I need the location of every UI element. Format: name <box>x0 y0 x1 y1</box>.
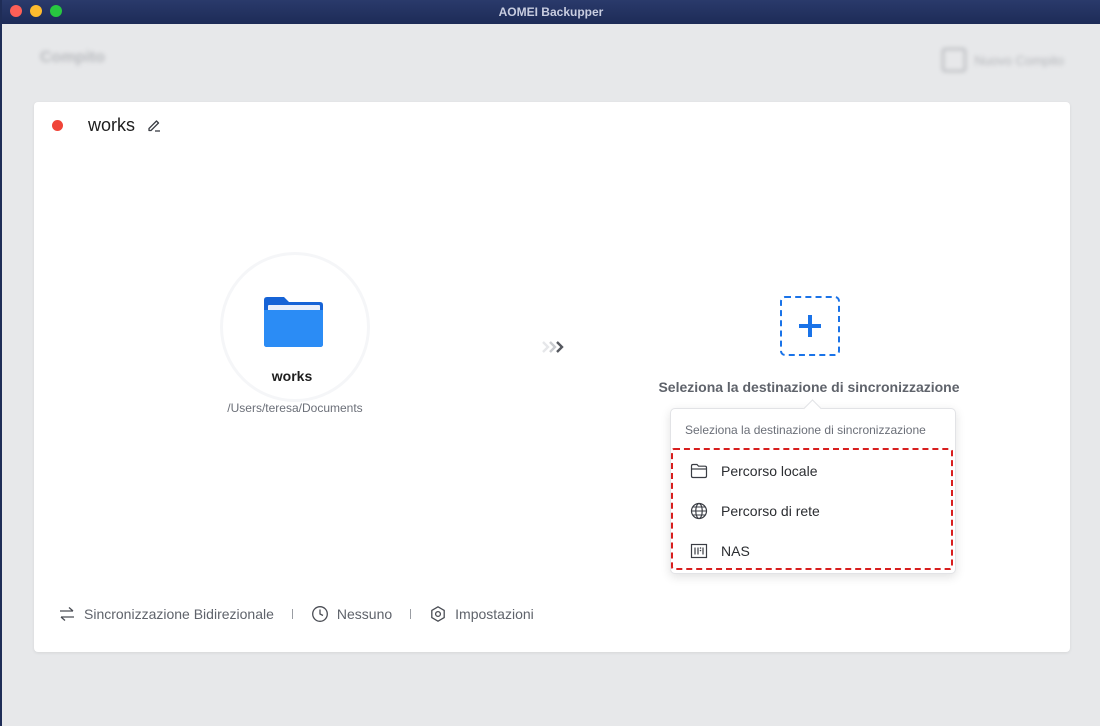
status-dot <box>52 120 63 131</box>
option-network-path-label: Percorso di rete <box>721 503 820 519</box>
new-task-icon <box>942 48 967 72</box>
app-window: AOMEI Backupper Compito Nuovo Compito wo… <box>2 0 1100 726</box>
source-path: /Users/teresa/Documents <box>227 401 363 415</box>
destination-popover: Seleziona la destinazione di sincronizza… <box>670 399 956 574</box>
destination-options-highlight: Percorso locale Percorso di rete NAS <box>671 448 953 570</box>
option-network-path[interactable]: Percorso di rete <box>673 492 951 530</box>
title-bar: AOMEI Backupper <box>2 0 1100 24</box>
background-page-title: Compito <box>40 49 105 66</box>
footer-divider <box>410 609 412 619</box>
plus-icon <box>799 315 821 337</box>
two-way-arrows-icon <box>60 607 74 621</box>
clock-icon <box>311 606 328 622</box>
option-nas-label: NAS <box>721 543 750 559</box>
popover-title: Seleziona la destinazione di sincronizza… <box>685 423 926 437</box>
globe-icon <box>690 502 708 520</box>
source-folder[interactable]: works <box>220 252 370 402</box>
add-destination-button[interactable] <box>780 296 840 356</box>
edit-name-icon[interactable] <box>146 117 162 133</box>
footer-divider <box>291 609 293 619</box>
gear-icon <box>431 606 446 622</box>
sync-task-card: works works /Users/teresa/Documents Sele… <box>34 102 1070 652</box>
schedule-label: Nessuno <box>336 606 393 622</box>
option-local-path[interactable]: Percorso locale <box>673 452 951 490</box>
schedule-button[interactable]: Nessuno <box>311 605 392 623</box>
source-name: works <box>271 368 313 384</box>
task-footer: Sincronizzazione Bidirezionale Nessuno I… <box>58 604 534 624</box>
folder-icon <box>264 297 323 347</box>
window-title: AOMEI Backupper <box>498 5 604 19</box>
sync-direction-arrows-icon <box>542 341 564 353</box>
popover-caret <box>803 399 822 418</box>
nas-icon <box>690 543 708 559</box>
option-local-path-label: Percorso locale <box>721 463 818 479</box>
folder-icon <box>690 463 708 479</box>
task-name: works <box>88 115 136 135</box>
settings-button[interactable]: Impostazioni <box>429 605 534 623</box>
settings-label: Impostazioni <box>455 606 534 622</box>
sync-mode-label: Sincronizzazione Bidirezionale <box>84 606 274 622</box>
sync-mode-button[interactable]: Sincronizzazione Bidirezionale <box>58 605 274 623</box>
background-new-task-label: Nuovo Compito <box>974 52 1064 68</box>
background-new-task-button: Nuovo Compito <box>942 48 1064 72</box>
destination-label: Seleziona la destinazione di sincronizza… <box>658 379 960 395</box>
option-nas[interactable]: NAS <box>673 532 951 570</box>
